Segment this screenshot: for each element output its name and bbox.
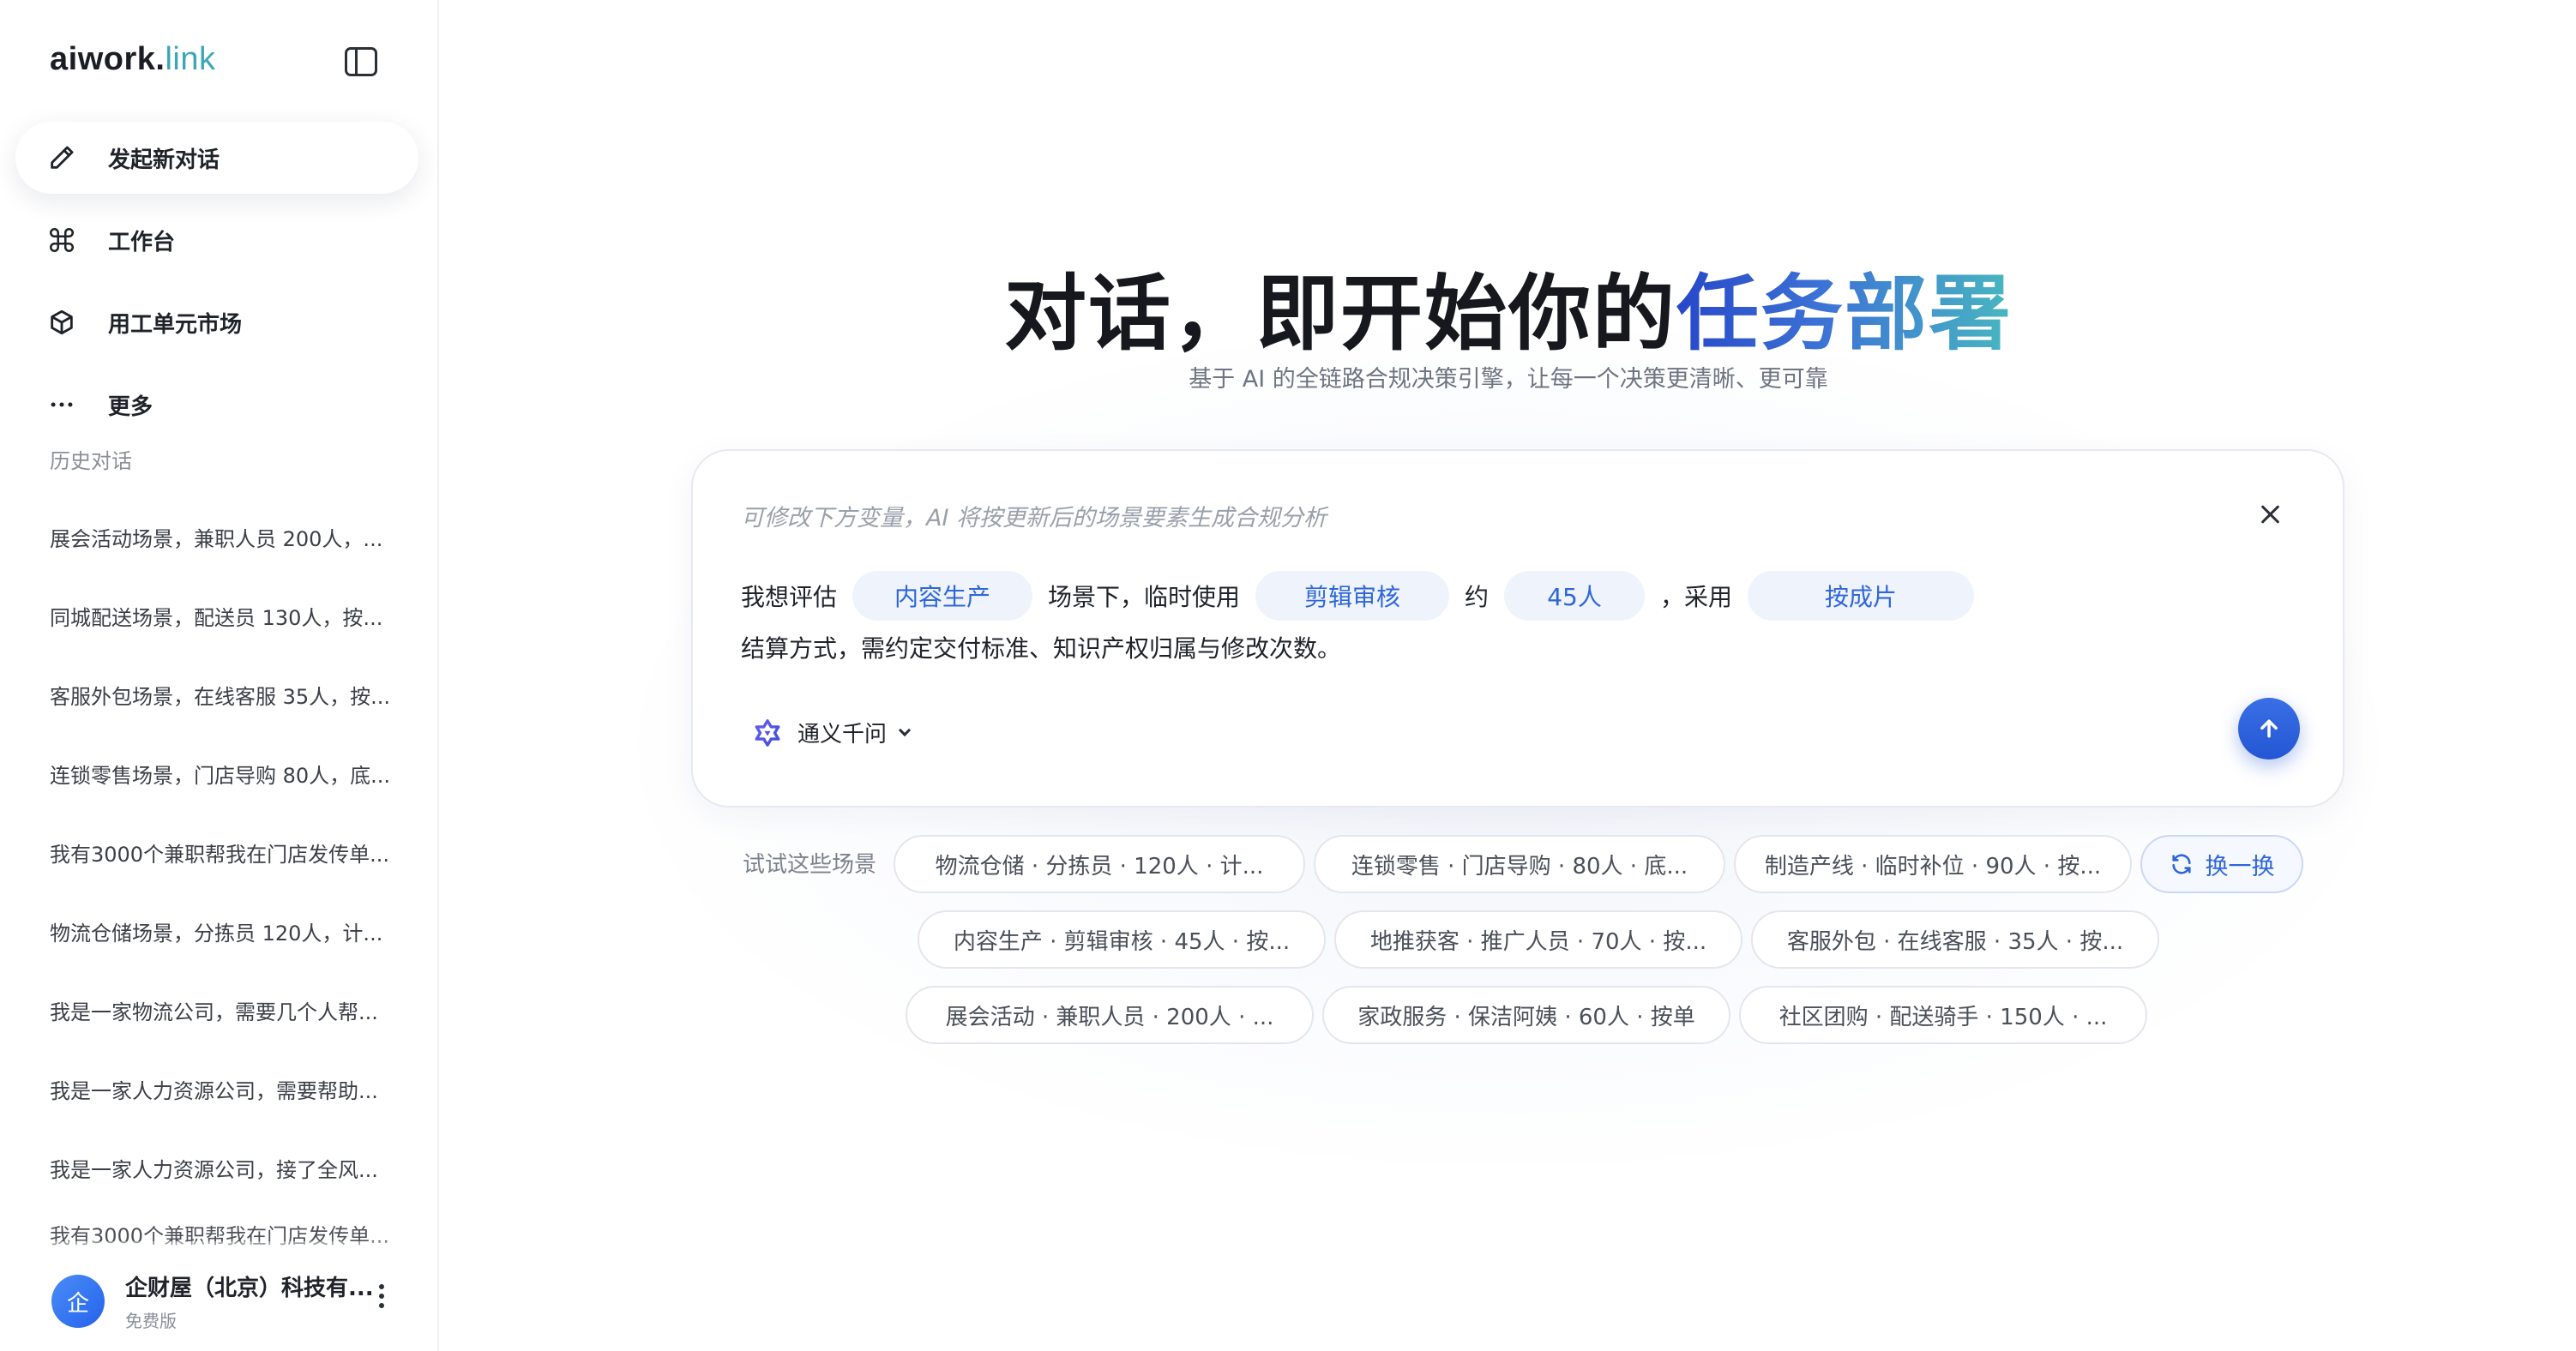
nav-new-chat-label: 发起新对话 (108, 147, 220, 173)
history-item[interactable]: 连锁零售场景，门店导购 80人，底... (26, 734, 412, 813)
nav-more[interactable]: 更多 (15, 369, 418, 441)
cube-icon (46, 307, 77, 338)
suggestion-pill[interactable]: 物流仓储 · 分拣员 · 120人 · 计... (894, 835, 1305, 893)
chevron-down-icon (898, 724, 912, 736)
arrow-up-icon (2260, 719, 2278, 738)
suggestion-pill[interactable]: 展会活动 · 兼职人员 · 200人 · ... (906, 986, 1314, 1044)
account-name: 企财屋（北京）科技有... (125, 1276, 374, 1301)
template-sentence: 我想评估 内容生产 场景下，临时使用 剪辑审核 约 45人 ，采用 按成片 结算… (741, 571, 2027, 669)
suggestion-pill[interactable]: 社区团购 · 配送骑手 · 150人 · ... (1739, 986, 2147, 1044)
history-section-title: 历史对话 (50, 449, 132, 473)
history-item[interactable]: 物流仓储场景，分拣员 120人，计... (26, 892, 412, 970)
variable-count-chip[interactable]: 45人 (1504, 571, 1646, 621)
history-item[interactable]: 我有3000个兼职帮我在门店发传单... (26, 813, 412, 892)
history-item[interactable]: 同城配送场景，配送员 130人，按... (26, 576, 412, 655)
close-icon[interactable] (2260, 504, 2281, 525)
refresh-icon (2171, 854, 2191, 874)
variable-role-chip[interactable]: 剪辑审核 (1255, 571, 1450, 621)
ellipsis-icon (46, 389, 77, 420)
hero-subtitle: 基于 AI 的全链路合规决策引擎，让每一个决策更清晰、更可靠 (1189, 366, 1828, 393)
model-name: 通义千问 (797, 722, 888, 748)
nav-workbench-label: 工作台 (108, 229, 176, 255)
pencil-icon (46, 142, 77, 173)
brand-logo[interactable]: aiwork.link (50, 41, 215, 78)
account-menu-icon[interactable] (377, 1284, 386, 1315)
history-item[interactable]: 客服外包场景，在线客服 35人，按... (26, 655, 412, 734)
history-item[interactable]: 我是一家物流公司，需要几个人帮... (26, 970, 412, 1049)
history-list: 展会活动场景，兼职人员 200人，... 同城配送场景，配送员 130人，按..… (26, 497, 412, 1258)
main-panel: 对话，即开始你的任务部署 基于 AI 的全链路合规决策引擎，让每一个决策更清晰、… (441, 0, 2576, 1351)
hero-title: 对话，即开始你的任务部署 (1004, 266, 2013, 362)
nav-new-chat[interactable]: 发起新对话 (15, 122, 418, 194)
refresh-label: 换一换 (2205, 853, 2275, 880)
suggestion-pill[interactable]: 家政服务 · 保洁阿姨 · 60人 · 按单 (1322, 986, 1730, 1044)
avatar: 企 (51, 1275, 105, 1328)
suggestion-pill[interactable]: 内容生产 · 剪辑审核 · 45人 · 按... (918, 910, 1326, 969)
suggestion-pill[interactable]: 制造产线 · 临时补位 · 90人 · 按... (1734, 835, 2132, 893)
account-info: 企财屋（北京）科技有... 免费版 (125, 1270, 374, 1332)
send-button[interactable] (2238, 698, 2300, 760)
refresh-suggestions-button[interactable]: 换一换 (2140, 835, 2303, 893)
model-selector[interactable]: 通义千问 (753, 717, 912, 748)
history-item[interactable]: 我是一家人力资源公司，需要帮助... (26, 1049, 412, 1128)
history-item[interactable]: 展会活动场景，兼职人员 200人，... (26, 497, 412, 576)
nav-market-label: 用工单元市场 (108, 311, 243, 338)
qwen-logo-icon (755, 718, 780, 747)
sentence-text: 约 (1465, 583, 1490, 611)
history-item[interactable]: 我是一家人力资源公司，接了全风... (26, 1128, 412, 1207)
nav-more-label: 更多 (108, 393, 153, 420)
account-card[interactable]: 企 企财屋（北京）科技有... 免费版 (51, 1270, 374, 1332)
sentence-text: ，采用 (1660, 583, 1733, 611)
app-window: aiwork.link 发起新对话 工作台 用工单元市场 更多 历史对话 展会活… (0, 0, 2576, 1351)
sentence-text: 我想评估 (741, 583, 838, 611)
sidebar: aiwork.link 发起新对话 工作台 用工单元市场 更多 历史对话 展会活… (0, 0, 439, 1351)
variable-settlement-chip[interactable]: 按成片 (1748, 571, 1975, 621)
composer-hint: 可修改下方变量，AI 将按更新后的场景要素生成合规分析 (741, 505, 1327, 531)
suggestion-pill[interactable]: 连锁零售 · 门店导购 · 80人 · 底... (1314, 835, 1725, 893)
sidebar-toggle-icon[interactable] (345, 47, 377, 76)
sentence-text: 结算方式，需约定交付标准、知识产权归属与修改次数。 (741, 634, 1342, 663)
sentence-text: 场景下，临时使用 (1048, 583, 1241, 611)
nav-market[interactable]: 用工单元市场 (15, 286, 418, 358)
prompt-composer: 可修改下方变量，AI 将按更新后的场景要素生成合规分析 我想评估 内容生产 场景… (691, 449, 2344, 808)
suggestion-pill[interactable]: 地推获客 · 推广人员 · 70人 · 按... (1334, 910, 1742, 969)
suggestions-label: 试试这些场景 (743, 852, 877, 878)
suggestion-pill[interactable]: 客服外包 · 在线客服 · 35人 · 按... (1751, 910, 2159, 969)
account-plan: 免费版 (125, 1311, 177, 1331)
nav-workbench[interactable]: 工作台 (15, 204, 418, 276)
variable-scene-chip[interactable]: 内容生产 (852, 571, 1033, 621)
command-icon (46, 225, 77, 255)
